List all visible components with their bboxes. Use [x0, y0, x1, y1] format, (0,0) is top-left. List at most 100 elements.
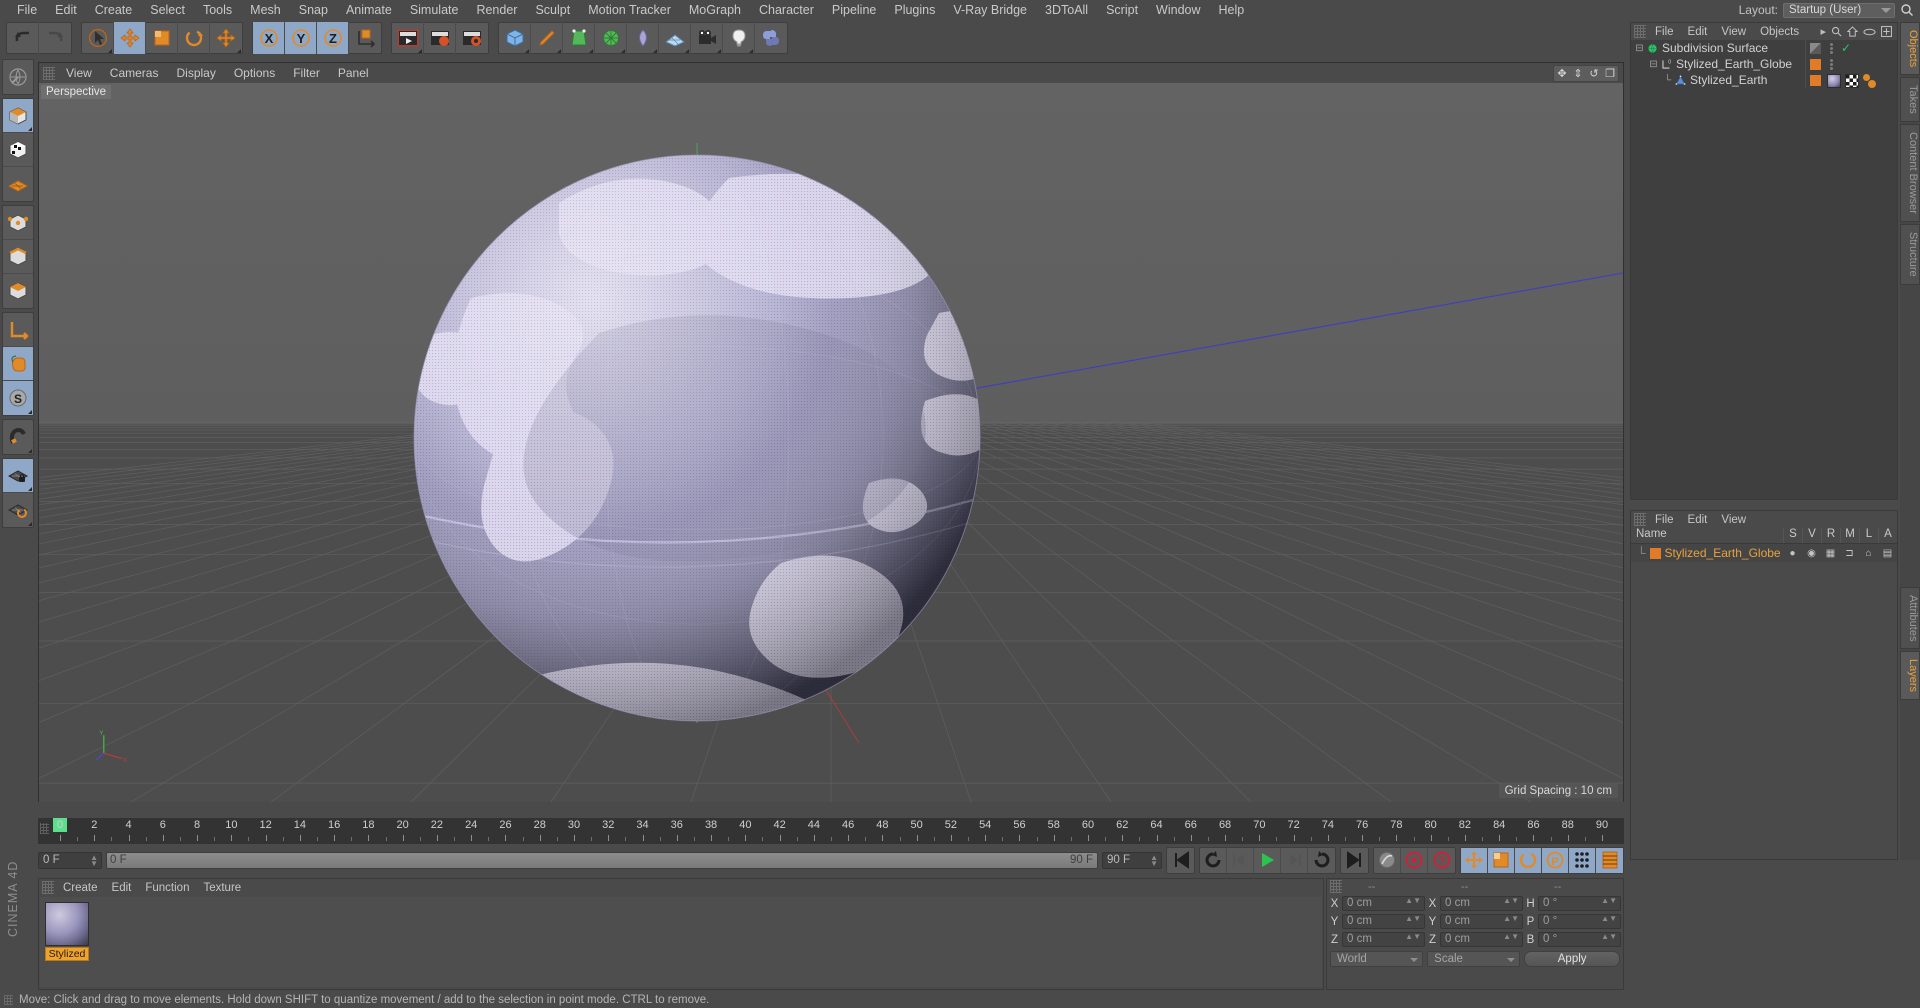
texture-mode-button[interactable]	[3, 133, 33, 167]
soft-selection-button[interactable]: S	[3, 381, 33, 415]
current-frame-field[interactable]: 0 F ▲ ▼	[38, 851, 102, 869]
x-axis-button[interactable]: X	[253, 22, 285, 54]
dropdown-corner-icon[interactable]	[717, 49, 721, 53]
workplane-rotate-button[interactable]	[3, 493, 33, 527]
solo-dot-icon[interactable]: ●	[1783, 548, 1802, 559]
stepper-icon[interactable]: ▲▼	[1601, 897, 1617, 905]
viewport-menu-filter[interactable]: Filter	[284, 66, 329, 80]
dropdown-corner-icon[interactable]	[589, 49, 593, 53]
menu-item-motion-tracker[interactable]: Motion Tracker	[579, 0, 680, 20]
stepper-icon[interactable]: ▲▼	[1601, 915, 1617, 923]
menu-item-plugins[interactable]: Plugins	[885, 0, 944, 20]
play-forward-button[interactable]	[1254, 847, 1281, 873]
menu-item-render[interactable]: Render	[467, 0, 526, 20]
size-x-field[interactable]: 0 cm ▲▼	[1440, 896, 1523, 911]
menu-item-mograph[interactable]: MoGraph	[680, 0, 750, 20]
dropdown-corner-icon[interactable]	[621, 49, 625, 53]
row-dots-icon[interactable]	[1828, 58, 1835, 70]
menu-item-select[interactable]: Select	[141, 0, 194, 20]
timeline-button[interactable]	[1596, 847, 1623, 873]
floor-button[interactable]	[659, 22, 691, 54]
render-view-button[interactable]	[392, 22, 424, 54]
orbit-icon[interactable]: ↺	[1586, 66, 1602, 81]
stepper-icon[interactable]: ▲▼	[1405, 933, 1421, 941]
panel-grip-icon[interactable]	[1330, 880, 1342, 893]
layout-dropdown[interactable]: Startup (User)	[1783, 2, 1895, 18]
stepper-icon[interactable]: ▲▼	[90, 853, 98, 867]
mm-menu-texture[interactable]: Texture	[196, 882, 248, 894]
ellipse-icon[interactable]	[1863, 28, 1876, 36]
edges-mode-button[interactable]	[3, 240, 33, 274]
menu-item-window[interactable]: Window	[1147, 0, 1209, 20]
pan-icon[interactable]: ✥	[1554, 66, 1570, 81]
dropdown-corner-icon[interactable]	[653, 49, 657, 53]
mm-menu-function[interactable]: Function	[138, 882, 196, 894]
om-menu-edit[interactable]: Edit	[1681, 26, 1715, 38]
tree-end-icon[interactable]: └	[1661, 75, 1674, 86]
dropdown-corner-icon[interactable]	[685, 49, 689, 53]
rotation-h-field[interactable]: 0 ° ▲▼	[1538, 896, 1621, 911]
move-button[interactable]	[114, 22, 146, 54]
table-row[interactable]: ⊟ 0 Stylized_Earth_Globe	[1631, 56, 1897, 72]
dropdown-corner-icon[interactable]	[749, 49, 753, 53]
dropdown-corner-icon[interactable]	[28, 449, 32, 453]
menu-item-v-ray-bridge[interactable]: V-Ray Bridge	[944, 0, 1036, 20]
unlock-icon[interactable]: ⌂	[1859, 548, 1878, 559]
material-thumbnail[interactable]	[45, 902, 89, 946]
points-mode-button[interactable]	[3, 206, 33, 240]
add-layer-icon[interactable]	[1881, 26, 1892, 37]
material-tag-icon[interactable]	[1827, 74, 1841, 88]
key-scale-button[interactable]	[1488, 847, 1515, 873]
timeline-ticks[interactable]: 0 2 4 6 8 10 12 14 16 18 20 22 24 26 28 30 32 34 36 38 40 42 4…	[52, 818, 1624, 844]
side-tab-attributes[interactable]: Attributes	[1900, 586, 1920, 650]
render-settings-button[interactable]	[456, 22, 488, 54]
y-axis-button[interactable]: Y	[285, 22, 317, 54]
step-forward-button[interactable]	[1281, 847, 1308, 873]
dropdown-corner-icon[interactable]	[525, 49, 529, 53]
key-rotation-button[interactable]	[1515, 847, 1542, 873]
menu-item-animate[interactable]: Animate	[337, 0, 401, 20]
row-dots-icon[interactable]	[1828, 42, 1835, 54]
viewport-menu-options[interactable]: Options	[225, 66, 284, 80]
dropdown-corner-icon[interactable]	[28, 487, 32, 491]
polygons-mode-button[interactable]	[3, 274, 33, 308]
key-parameter-button[interactable]: P	[1542, 847, 1569, 873]
apply-button[interactable]: Apply	[1524, 951, 1620, 967]
dropdown-corner-icon[interactable]	[108, 49, 112, 53]
layer-row[interactable]: └ Stylized_Earth_Globe ● ◉ ▦ ⊐ ⌂ ▤	[1631, 544, 1897, 562]
undo-button[interactable]	[7, 22, 39, 54]
menu-item-snap[interactable]: Snap	[290, 0, 337, 20]
rotation-p-field[interactable]: 0 ° ▲▼	[1538, 914, 1621, 929]
size-z-field[interactable]: 0 cm ▲▼	[1440, 932, 1523, 947]
play-backward-loop-button[interactable]	[1200, 847, 1227, 873]
side-tab-structure[interactable]: Structure	[1900, 223, 1920, 285]
om-menu-objects[interactable]: Objects	[1753, 26, 1806, 38]
layer-rows[interactable]: └ Stylized_Earth_Globe ● ◉ ▦ ⊐ ⌂ ▤	[1631, 544, 1897, 562]
maximize-viewport-icon[interactable]: ❐	[1602, 66, 1618, 81]
animation-icon[interactable]: ▤	[1878, 548, 1897, 559]
tree-collapse-icon[interactable]: ⊟	[1647, 59, 1660, 70]
move-tool-button[interactable]	[210, 22, 242, 54]
model-mode-button[interactable]	[3, 99, 33, 133]
object-tag-swatch[interactable]	[1810, 58, 1821, 70]
search-icon[interactable]	[1831, 26, 1842, 37]
lm-menu-edit[interactable]: Edit	[1681, 514, 1715, 526]
spline-pen-button[interactable]	[531, 22, 563, 54]
loop-button[interactable]	[1308, 848, 1335, 873]
go-to-end-button[interactable]	[1341, 848, 1368, 873]
menu-item-mesh[interactable]: Mesh	[241, 0, 290, 20]
panel-grip-icon[interactable]	[43, 66, 55, 80]
lm-menu-view[interactable]: View	[1714, 514, 1753, 526]
cube-primitive-button[interactable]	[499, 22, 531, 54]
render-picture-viewer-button[interactable]	[424, 22, 456, 54]
menu-item-create[interactable]: Create	[86, 0, 142, 20]
stepper-icon[interactable]: ▲▼	[1503, 933, 1519, 941]
position-z-field[interactable]: 0 cm ▲▼	[1342, 932, 1425, 947]
stepper-icon[interactable]: ▲▼	[1601, 933, 1617, 941]
redo-button[interactable]	[39, 22, 71, 54]
magnet-button[interactable]	[3, 420, 33, 454]
workplane-mode-button[interactable]	[3, 167, 33, 201]
live-selection-button[interactable]	[82, 22, 114, 54]
scale-button[interactable]	[146, 22, 178, 54]
dropdown-corner-icon[interactable]	[28, 522, 32, 526]
